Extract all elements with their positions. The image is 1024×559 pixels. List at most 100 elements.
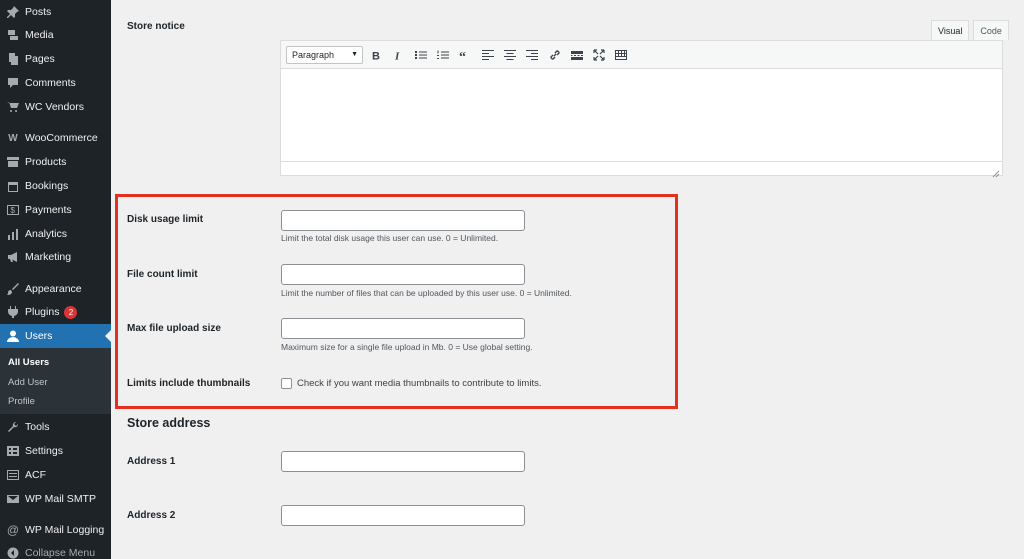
sidebar-item-acf[interactable]: ACF xyxy=(0,463,111,487)
at-icon: @ xyxy=(6,523,20,537)
numbered-list-icon[interactable] xyxy=(435,47,451,63)
align-right-icon[interactable] xyxy=(524,47,540,63)
svg-text:$: $ xyxy=(11,206,16,215)
editor-status-bar xyxy=(281,161,1002,178)
sidebar-item-label: WC Vendors xyxy=(25,101,84,113)
sidebar-item-comments[interactable]: Comments xyxy=(0,71,111,95)
cart-icon xyxy=(3,100,23,114)
megaphone-icon xyxy=(3,250,23,264)
align-left-icon[interactable] xyxy=(480,47,496,63)
sidebar-item-label: WP Mail SMTP xyxy=(25,493,96,505)
sidebar-item-products[interactable]: Products xyxy=(0,150,111,174)
sidebar-item-label: Analytics xyxy=(25,228,68,240)
sidebar-item-woocommerce[interactable]: W WooCommerce xyxy=(0,126,111,150)
fullscreen-icon[interactable] xyxy=(591,47,607,63)
collapse-icon xyxy=(3,546,23,559)
svg-text:“: “ xyxy=(459,50,466,61)
link-icon[interactable] xyxy=(547,47,563,63)
file-count-limit-description: Limit the number of files that can be up… xyxy=(281,288,572,298)
read-more-icon[interactable] xyxy=(569,47,585,63)
disk-usage-limit-input[interactable] xyxy=(281,210,525,231)
sidebar-item-label: Pages xyxy=(25,53,55,65)
max-file-upload-size-input[interactable] xyxy=(281,318,525,339)
sidebar-item-marketing[interactable]: Marketing xyxy=(0,245,111,269)
sidebar-item-wp-mail-smtp[interactable]: WP Mail SMTP xyxy=(0,487,111,511)
comments-icon xyxy=(3,76,23,90)
brush-icon xyxy=(3,282,23,296)
sidebar-item-label: Settings xyxy=(25,445,63,457)
editor-tabs: Visual Code xyxy=(927,20,1009,40)
admin-sidebar: Posts Media Pages Comments WC Vendors W … xyxy=(0,0,111,559)
sidebar-item-wp-mail-logging[interactable]: @ WP Mail Logging xyxy=(0,518,111,542)
sidebar-item-label: Bookings xyxy=(25,180,69,192)
tab-code[interactable]: Code xyxy=(973,20,1009,40)
submenu-all-users[interactable]: All Users xyxy=(8,357,49,368)
italic-icon[interactable]: I xyxy=(390,47,406,63)
sidebar-item-users[interactable]: Users xyxy=(0,324,111,348)
sidebar-item-label: ACF xyxy=(25,469,46,481)
blockquote-icon[interactable]: “ xyxy=(457,47,473,63)
file-count-limit-input[interactable] xyxy=(281,264,525,285)
max-file-upload-size-description: Maximum size for a single file upload in… xyxy=(281,342,533,352)
calendar-icon xyxy=(3,179,23,193)
limits-include-thumbnails-checkbox-label: Check if you want media thumbnails to co… xyxy=(297,378,542,389)
sidebar-item-payments[interactable]: $ Payments xyxy=(0,198,111,222)
woo-icon: W xyxy=(8,132,18,144)
submenu-profile[interactable]: Profile xyxy=(8,396,35,407)
sidebar-item-label: Plugins xyxy=(25,306,60,318)
sidebar-item-settings[interactable]: Settings xyxy=(0,439,111,463)
limits-include-thumbnails-label: Limits include thumbnails xyxy=(127,378,251,389)
bulleted-list-icon[interactable] xyxy=(413,47,429,63)
sidebar-item-analytics[interactable]: Analytics xyxy=(0,222,111,246)
bold-icon[interactable]: B xyxy=(368,47,384,63)
sidebar-item-bookings[interactable]: Bookings xyxy=(0,174,111,198)
acf-icon xyxy=(3,468,23,482)
media-icon xyxy=(3,28,23,42)
limits-include-thumbnails-checkbox[interactable] xyxy=(281,378,292,389)
pin-icon xyxy=(3,5,23,19)
address-2-input[interactable] xyxy=(281,505,525,526)
sidebar-item-label: Appearance xyxy=(25,283,82,295)
sidebar-item-label: Posts xyxy=(25,6,52,18)
sidebar-item-label: Users xyxy=(25,330,53,342)
sidebar-item-label: Products xyxy=(25,156,67,168)
store-address-heading: Store address xyxy=(127,416,211,430)
sidebar-item-label: WP Mail Logging xyxy=(25,524,105,536)
sidebar-item-plugins[interactable]: Plugins 2 xyxy=(0,300,111,324)
align-center-icon[interactable] xyxy=(502,47,518,63)
chart-icon xyxy=(3,227,23,241)
address-1-input[interactable] xyxy=(281,451,525,472)
sidebar-item-label: WooCommerce xyxy=(25,132,98,144)
sidebar-item-label: Marketing xyxy=(25,251,72,263)
sidebar-item-pages[interactable]: Pages xyxy=(0,47,111,71)
file-count-limit-label: File count limit xyxy=(127,269,198,280)
submenu-add-user[interactable]: Add User xyxy=(8,377,48,388)
sidebar-item-label: Media xyxy=(25,29,54,41)
sidebar-item-posts[interactable]: Posts xyxy=(0,0,111,24)
sidebar-item-wc-vendors[interactable]: WC Vendors xyxy=(0,95,111,119)
mail-icon xyxy=(3,492,23,506)
editor-toolbar: Paragraph ▼ B I “ xyxy=(280,40,1003,69)
sidebar-item-label: Payments xyxy=(25,204,72,216)
update-count-badge: 2 xyxy=(64,305,78,319)
format-select-value: Paragraph xyxy=(292,50,335,60)
collapse-menu-button[interactable]: Collapse Menu xyxy=(0,541,111,559)
max-file-upload-size-label: Max file upload size xyxy=(127,323,221,334)
wrench-icon xyxy=(3,420,23,434)
collapse-menu-label: Collapse Menu xyxy=(25,547,96,559)
toolbar-toggle-icon[interactable] xyxy=(613,47,629,63)
store-notice-label: Store notice xyxy=(127,21,185,32)
resize-handle-icon[interactable] xyxy=(992,165,1000,178)
settings-icon xyxy=(3,444,23,458)
sidebar-item-tools[interactable]: Tools xyxy=(0,415,111,439)
sidebar-item-media[interactable]: Media xyxy=(0,23,111,47)
dollar-icon: $ xyxy=(3,203,23,217)
dropdown-arrow-icon: ▼ xyxy=(351,51,358,58)
format-select[interactable]: Paragraph ▼ xyxy=(286,46,363,64)
archive-icon xyxy=(3,155,23,169)
tab-visual[interactable]: Visual xyxy=(931,20,970,40)
sidebar-item-appearance[interactable]: Appearance xyxy=(0,277,111,301)
users-submenu: All Users Add User Profile xyxy=(0,348,111,414)
sidebar-item-label: Comments xyxy=(25,77,76,89)
store-notice-editor[interactable] xyxy=(280,69,1003,178)
